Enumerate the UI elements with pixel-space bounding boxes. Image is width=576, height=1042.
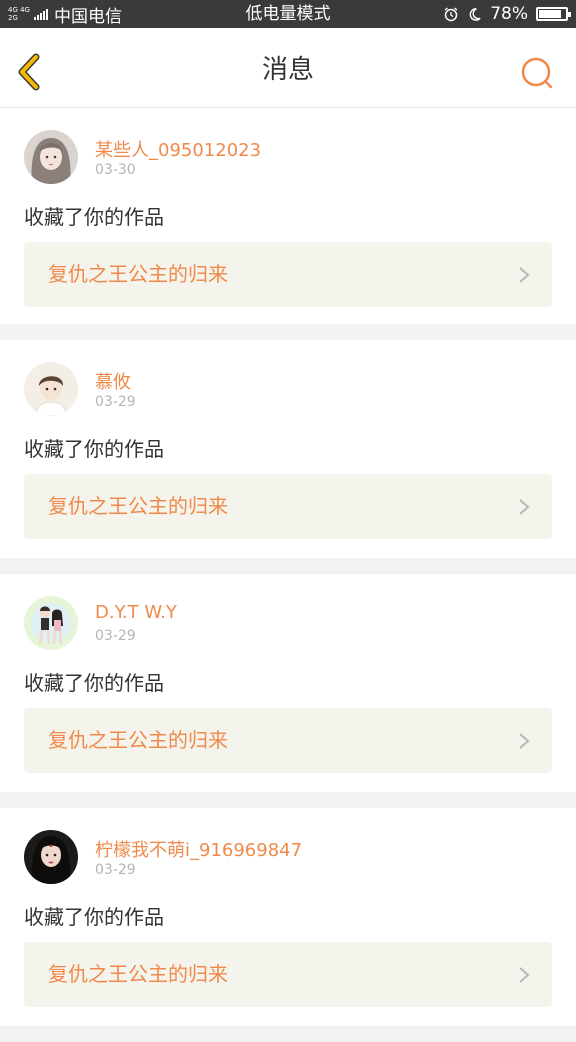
status-bar: 4G 4G 2G 中国电信 低电量模式 78% (0, 0, 576, 28)
battery-percent: 78% (490, 4, 528, 24)
alarm-icon (444, 7, 458, 22)
chevron-right-icon (519, 967, 530, 983)
work-reference-button[interactable]: 复仇之王公主的归来 (24, 942, 552, 1007)
message-date: 03-29 (95, 394, 136, 410)
chevron-right-icon (519, 733, 530, 749)
header: 消息 (0, 28, 576, 108)
work-reference-button[interactable]: 复仇之王公主的归来 (24, 708, 552, 773)
moon-icon (469, 7, 481, 21)
avatar[interactable] (24, 130, 78, 184)
username[interactable]: 某些人_095012023 (95, 136, 261, 162)
username[interactable]: D.Y.T W.Y (95, 602, 177, 623)
work-reference-button[interactable]: 复仇之王公主的归来 (24, 242, 552, 307)
work-title: 复仇之王公主的归来 (48, 262, 228, 286)
message-action: 收藏了你的作品 (24, 437, 164, 461)
work-title: 复仇之王公主的归来 (48, 962, 228, 986)
avatar[interactable] (24, 596, 78, 650)
message-date: 03-29 (95, 862, 136, 878)
status-right: 78% (443, 0, 571, 28)
message-date: 03-29 (95, 628, 136, 644)
work-reference-button[interactable]: 复仇之王公主的归来 (24, 474, 552, 539)
username[interactable]: 慕攸 (95, 368, 131, 394)
message-action: 收藏了你的作品 (24, 671, 164, 695)
username[interactable]: 柠檬我不萌i_916969847 (95, 836, 302, 862)
message-list: 某些人_095012023 03-30 收藏了你的作品 复仇之王公主的归来 慕攸… (0, 108, 576, 1042)
work-title: 复仇之王公主的归来 (48, 728, 228, 752)
page-title: 消息 (261, 55, 314, 85)
avatar[interactable] (24, 830, 78, 884)
message-card: 某些人_095012023 03-30 收藏了你的作品 复仇之王公主的归来 (0, 108, 576, 324)
work-title: 复仇之王公主的归来 (48, 494, 228, 518)
chevron-right-icon (519, 499, 530, 515)
battery-icon (536, 7, 571, 21)
chevron-right-icon (519, 267, 530, 283)
battery-fill (539, 10, 561, 18)
search-icon[interactable] (520, 56, 554, 90)
avatar[interactable] (24, 362, 78, 416)
message-card: D.Y.T W.Y 03-29 收藏了你的作品 复仇之王公主的归来 (0, 574, 576, 792)
message-card: 慕攸 03-29 收藏了你的作品 复仇之王公主的归来 (0, 340, 576, 558)
message-card: 柠檬我不萌i_916969847 03-29 收藏了你的作品 复仇之王公主的归来 (0, 808, 576, 1026)
message-action: 收藏了你的作品 (24, 905, 164, 929)
message-action: 收藏了你的作品 (24, 205, 164, 229)
message-date: 03-30 (95, 162, 136, 178)
